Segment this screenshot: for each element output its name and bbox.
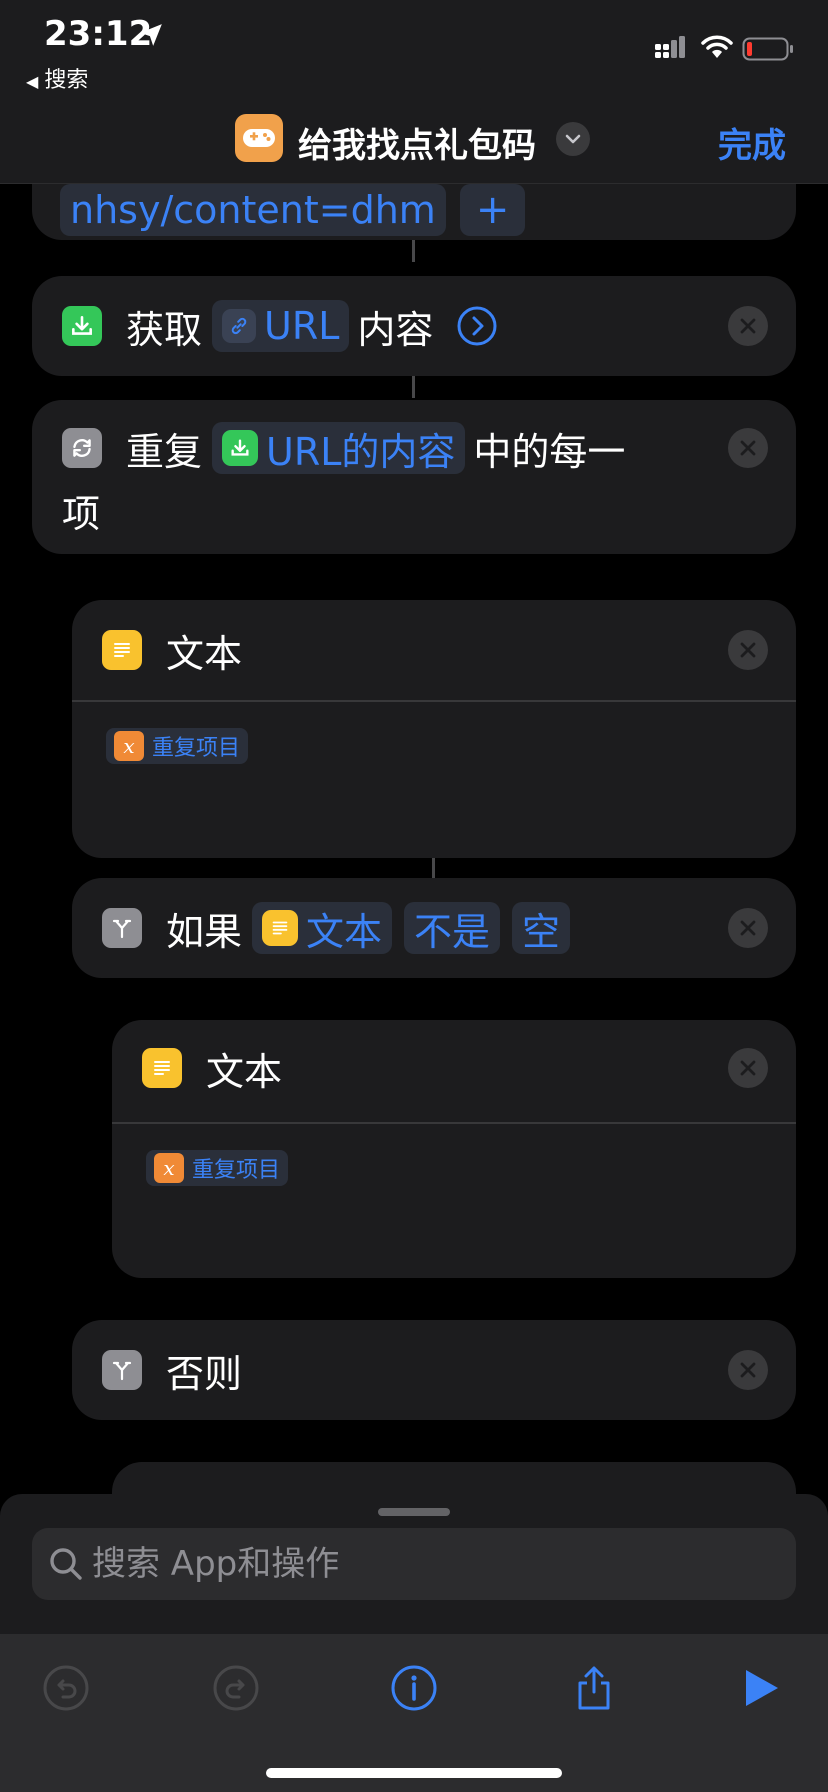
actions-sheet[interactable] bbox=[0, 1494, 828, 1634]
text-action-body[interactable]: x 重复项目 bbox=[106, 728, 249, 764]
cellular-signal-icon bbox=[655, 36, 685, 58]
next-action-card[interactable] bbox=[112, 1462, 796, 1494]
info-button[interactable] bbox=[386, 1660, 442, 1716]
bottom-toolbar bbox=[0, 1634, 828, 1792]
repeat-wrap-text: 项 bbox=[62, 491, 101, 536]
text-action-header: 文本 bbox=[102, 624, 242, 676]
battery-low-icon bbox=[742, 37, 793, 61]
branch-icon bbox=[102, 908, 142, 948]
download-icon bbox=[62, 306, 102, 346]
remove-get-url-contents-button[interactable] bbox=[728, 306, 768, 346]
repeat-item-label: 重复项目 bbox=[192, 1158, 281, 1183]
text-lines-icon bbox=[262, 910, 299, 946]
remove-repeat-each-button[interactable] bbox=[728, 428, 768, 468]
back-triangle-icon: ◀ bbox=[26, 72, 39, 91]
nested-text-action-title: 文本 bbox=[206, 1049, 283, 1094]
play-icon bbox=[746, 1670, 778, 1706]
get-url-contents-row: 获取 URL 内容 bbox=[62, 300, 497, 352]
nested-text-action-body[interactable]: x 重复项目 bbox=[146, 1150, 289, 1186]
text-action-title: 文本 bbox=[166, 631, 243, 676]
url-variable-token[interactable]: URL bbox=[212, 300, 350, 352]
url-text-token[interactable]: nhsy/content=dhm bbox=[60, 184, 446, 236]
remove-nested-text-action-button[interactable] bbox=[728, 1048, 768, 1088]
remove-otherwise-button[interactable] bbox=[728, 1350, 768, 1390]
close-icon bbox=[740, 318, 756, 334]
search-icon bbox=[50, 1548, 82, 1580]
close-icon bbox=[740, 1362, 756, 1378]
url-token-label: URL bbox=[264, 304, 340, 348]
redo-button[interactable] bbox=[208, 1660, 264, 1716]
connector-line bbox=[432, 858, 435, 880]
nav-bar: 给我找点礼包码 完成 bbox=[0, 96, 828, 184]
location-arrow-icon bbox=[140, 24, 162, 46]
action-list[interactable]: nhsy/content=dhm + 获取 URL 内容 重复 URL的内容 中… bbox=[0, 184, 828, 1494]
card-divider bbox=[72, 700, 796, 702]
variable-icon: x bbox=[154, 1153, 184, 1183]
if-verb: 如果 bbox=[166, 909, 243, 954]
connector-line bbox=[412, 376, 415, 398]
redo-icon bbox=[213, 1665, 259, 1711]
shortcut-icon[interactable] bbox=[235, 114, 283, 162]
expand-options-icon[interactable] bbox=[457, 306, 497, 346]
home-indicator bbox=[266, 1768, 562, 1778]
share-button[interactable] bbox=[566, 1660, 622, 1716]
repeat-verb: 重复 bbox=[126, 429, 203, 474]
repeat-item-variable-token[interactable]: x 重复项目 bbox=[106, 728, 249, 764]
add-url-button[interactable]: + bbox=[459, 184, 526, 236]
repeat-item-label: 重复项目 bbox=[152, 736, 241, 761]
branch-icon bbox=[102, 1350, 142, 1390]
link-icon bbox=[222, 309, 257, 343]
gamepad-icon bbox=[243, 129, 275, 147]
otherwise-row: 否则 bbox=[102, 1344, 242, 1396]
chevron-down-icon bbox=[565, 134, 581, 144]
url-contents-variable-token[interactable]: URL的内容 bbox=[212, 422, 466, 474]
status-bar: 23:12 ◀ 搜索 bbox=[0, 0, 828, 96]
url-contents-token-label: URL的内容 bbox=[266, 429, 456, 474]
if-row: 如果 文本 不是 空 bbox=[102, 902, 571, 954]
if-text-variable-token[interactable]: 文本 bbox=[252, 902, 393, 954]
variable-icon: x bbox=[114, 731, 144, 761]
url-row: nhsy/content=dhm + bbox=[60, 184, 526, 236]
run-button[interactable] bbox=[732, 1660, 788, 1716]
close-icon bbox=[740, 920, 756, 936]
sheet-grabber[interactable] bbox=[378, 1508, 450, 1516]
close-icon bbox=[740, 642, 756, 658]
status-time: 23:12 bbox=[44, 14, 153, 54]
share-icon bbox=[578, 1666, 610, 1710]
download-icon bbox=[222, 430, 259, 466]
repeat-each-row: 重复 URL的内容 中的每一 bbox=[62, 422, 625, 474]
nested-text-action-header: 文本 bbox=[142, 1042, 282, 1094]
back-label: 搜索 bbox=[44, 68, 89, 93]
shortcut-title[interactable]: 给我找点礼包码 bbox=[298, 118, 536, 167]
done-button[interactable]: 完成 bbox=[718, 118, 786, 167]
close-icon bbox=[740, 1060, 756, 1076]
get-suffix: 内容 bbox=[357, 307, 434, 352]
repeat-icon bbox=[62, 428, 102, 468]
if-text-token-label: 文本 bbox=[306, 909, 383, 954]
close-icon bbox=[740, 440, 756, 456]
otherwise-label: 否则 bbox=[166, 1351, 243, 1396]
get-verb: 获取 bbox=[126, 307, 203, 352]
repeat-suffix: 中的每一 bbox=[473, 429, 626, 474]
remove-if-action-button[interactable] bbox=[728, 908, 768, 948]
card-divider bbox=[112, 1122, 796, 1124]
undo-button[interactable] bbox=[38, 1660, 94, 1716]
connector-line bbox=[412, 240, 415, 262]
back-to-search-button[interactable]: ◀ 搜索 bbox=[26, 62, 88, 94]
search-bar[interactable] bbox=[32, 1528, 796, 1600]
if-value-token[interactable]: 空 bbox=[512, 902, 571, 954]
repeat-each-row-wrap: 项 bbox=[62, 484, 100, 536]
if-condition-token[interactable]: 不是 bbox=[404, 902, 501, 954]
info-icon bbox=[391, 1665, 437, 1711]
repeat-item-variable-token[interactable]: x 重复项目 bbox=[146, 1150, 289, 1186]
text-lines-icon bbox=[102, 630, 142, 670]
search-input[interactable] bbox=[92, 1528, 772, 1600]
remove-text-action-button[interactable] bbox=[728, 630, 768, 670]
undo-icon bbox=[43, 1665, 89, 1711]
text-lines-icon bbox=[142, 1048, 182, 1088]
wifi-icon bbox=[701, 35, 733, 58]
title-menu-button[interactable] bbox=[556, 122, 590, 156]
